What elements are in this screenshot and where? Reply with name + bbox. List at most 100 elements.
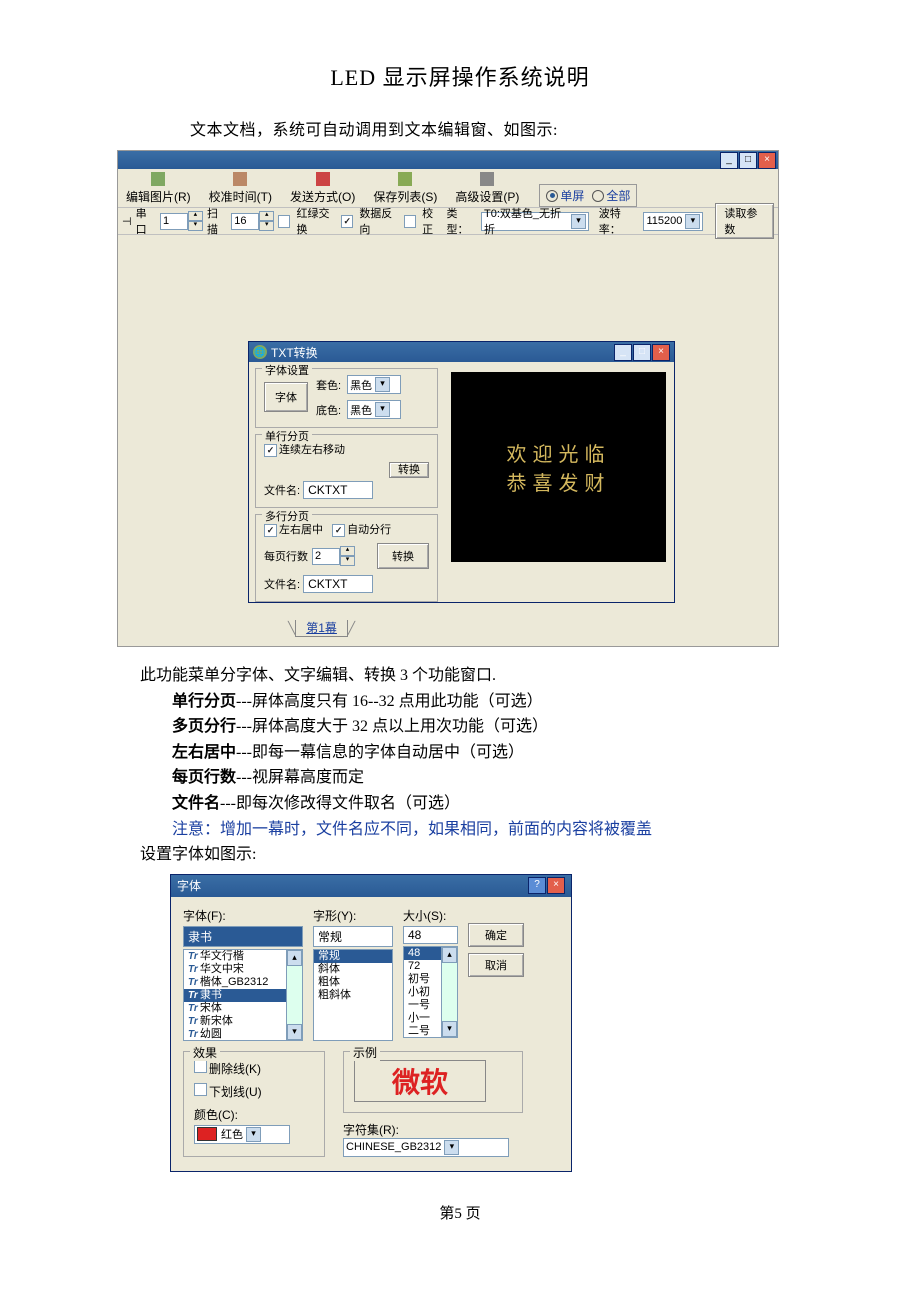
bg-label: 套色:	[316, 377, 341, 393]
bg-color-select[interactable]: 黑色▾	[347, 375, 401, 394]
globe-icon: 🌐	[253, 345, 267, 359]
port-spinner[interactable]: ▴▾	[160, 211, 203, 231]
font-button[interactable]: 字体	[264, 382, 308, 412]
menu-label: 高级设置(P)	[455, 188, 519, 205]
baud-label: 波特率：	[599, 205, 640, 237]
style-input[interactable]: 常规	[313, 926, 393, 947]
legend: 字体设置	[262, 362, 312, 378]
correct-checkbox[interactable]	[404, 215, 416, 228]
legend: 多行分页	[262, 508, 312, 524]
close-icon[interactable]: ×	[652, 344, 670, 361]
font-label: 字体(F):	[183, 907, 303, 924]
filename-input[interactable]	[303, 575, 373, 593]
app-window: _ □ × 编辑图片(R) 校准时间(T) 发送方式(O) 保存列表(S) 高级…	[117, 150, 779, 647]
titlebar: _ □ ×	[118, 151, 778, 169]
menu-send-mode[interactable]: 发送方式(O)	[286, 170, 359, 207]
radio-all[interactable]: 全部	[592, 187, 630, 204]
dialog-titlebar: 字体 ? ×	[171, 875, 571, 897]
underline-checkbox[interactable]	[194, 1083, 207, 1096]
menu-edit-image[interactable]: 编辑图片(R)	[122, 170, 195, 207]
scrollbar[interactable]: ▴▾	[286, 950, 302, 1040]
single-page-group: 单行分页 连续左右移动 转换 文件名:	[255, 434, 438, 508]
size-label: 大小(S):	[403, 907, 458, 924]
charset-label: 字符集(R):	[343, 1121, 523, 1138]
preview-line: 恭喜发财	[507, 467, 611, 496]
swap-label: 红绿交换	[296, 205, 337, 237]
size-input[interactable]: 48	[403, 926, 458, 944]
description-text: 此功能菜单分字体、文字编辑、转换 3 个功能窗口. 单行分页---屏体高度只有 …	[140, 663, 800, 868]
swap-checkbox[interactable]	[278, 215, 290, 228]
center-label: 左右居中	[279, 524, 323, 536]
dialog-title: TXT转换	[271, 344, 318, 361]
font-input[interactable]: 隶书	[183, 926, 303, 947]
autowrap-label: 自动分行	[347, 524, 391, 536]
color-select[interactable]: 红色▾	[194, 1125, 290, 1144]
tab-scene-1[interactable]: 第1幕	[295, 620, 348, 637]
help-icon[interactable]: ?	[528, 877, 546, 894]
minimize-icon[interactable]: _	[614, 344, 632, 361]
fname-label: 文件名:	[264, 579, 300, 591]
center-checkbox[interactable]	[264, 524, 277, 537]
lines-spinner[interactable]: ▴▾	[312, 546, 355, 566]
scan-spinner[interactable]: ▴▾	[231, 211, 274, 231]
port-label: 串口	[136, 205, 156, 237]
toolbar: ⊣ 串口 ▴▾ 扫描 ▴▾ 红绿交换 数据反向 校正 类型： T0:双基色_无折…	[118, 208, 778, 235]
color-label: 颜色(C):	[194, 1106, 314, 1123]
txt-convert-dialog: 🌐 TXT转换 _ □ × 字体设置 字体 套色: 黑色▾	[248, 341, 675, 603]
maximize-icon[interactable]: □	[633, 344, 651, 361]
close-icon[interactable]: ×	[547, 877, 565, 894]
radio-single[interactable]: 单屏	[546, 187, 584, 204]
fontset-group: 字体设置 字体 套色:黑色▾ 底色:黑色▾	[255, 368, 438, 428]
autowrap-checkbox[interactable]	[332, 524, 345, 537]
baud-select[interactable]: 115200▾	[643, 212, 703, 231]
menu-label: 发送方式(O)	[290, 188, 355, 205]
continuous-move-checkbox[interactable]	[264, 444, 277, 457]
doc-title: LED 显示屏操作系统说明	[0, 60, 920, 92]
filename-input[interactable]	[303, 481, 373, 499]
note-text: 注意：增加一幕时，文件名应不同，如果相同，前面的内容将被覆盖	[140, 817, 800, 843]
ok-button[interactable]: 确定	[468, 923, 524, 947]
move-label: 连续左右移动	[279, 444, 345, 456]
legend: 示例	[350, 1044, 380, 1061]
style-list[interactable]: 常规 斜体 粗体 粗斜体	[313, 949, 393, 1041]
sample-group: 示例 微软	[343, 1051, 523, 1113]
dialog-title: 字体	[177, 877, 201, 894]
sample-preview: 微软	[354, 1060, 486, 1102]
dialog-titlebar: 🌐 TXT转换 _ □ ×	[249, 342, 674, 362]
close-icon[interactable]: ×	[758, 152, 776, 169]
cancel-button[interactable]: 取消	[468, 953, 524, 977]
datarev-checkbox[interactable]	[341, 215, 353, 228]
menu-label: 保存列表(S)	[373, 188, 437, 205]
fg-color-select[interactable]: 黑色▾	[347, 400, 401, 419]
read-params-button[interactable]: 读取参数	[715, 203, 774, 239]
scan-label: 扫描	[207, 205, 227, 237]
lines-label: 每页行数	[264, 548, 308, 564]
font-list[interactable]: Tr华文行楷 Tr华文中宋 Tr楷体_GB2312 Tr隶书 Tr宋体 Tr新宋…	[183, 949, 303, 1041]
convert-button[interactable]: 转换	[389, 462, 429, 478]
charset-select[interactable]: CHINESE_GB2312▾	[343, 1138, 509, 1157]
strike-checkbox[interactable]	[194, 1060, 207, 1073]
menu-save-list[interactable]: 保存列表(S)	[369, 170, 441, 207]
minimize-icon[interactable]: _	[720, 152, 738, 169]
menu-label: 编辑图片(R)	[126, 188, 191, 205]
menu-advanced[interactable]: 高级设置(P)	[451, 170, 523, 207]
menu-label: 校准时间(T)	[209, 188, 272, 205]
preview-line: 欢迎光临	[507, 438, 611, 467]
correct-label: 校正	[422, 205, 442, 237]
scene-tabs: ╲第1幕╱	[288, 619, 355, 636]
legend: 单行分页	[262, 428, 312, 444]
convert-button[interactable]: 转换	[377, 543, 429, 569]
type-select[interactable]: T0:双基色_无折折▾	[481, 212, 589, 231]
maximize-icon[interactable]: □	[739, 152, 757, 169]
led-preview: 欢迎光临 恭喜发财	[451, 372, 666, 562]
legend: 效果	[190, 1044, 220, 1061]
multi-page-group: 多行分页 左右居中 自动分行 每页行数 ▴▾ 转换 文件名:	[255, 514, 438, 602]
scrollbar[interactable]: ▴▾	[441, 947, 457, 1037]
fname-label: 文件名:	[264, 485, 300, 497]
size-list[interactable]: 48 72 初号 小初 一号 小一 二号 ▴▾	[403, 946, 458, 1038]
menu-calibrate-time[interactable]: 校准时间(T)	[205, 170, 276, 207]
effects-group: 效果 删除线(K) 下划线(U) 颜色(C): 红色▾	[183, 1051, 325, 1157]
page-footer: 第5 页	[0, 1202, 920, 1223]
font-dialog: 字体 ? × 字体(F): 隶书 Tr华文行楷 Tr华文中宋 Tr楷体_GB23…	[170, 874, 572, 1172]
fg-label: 底色:	[316, 402, 341, 418]
